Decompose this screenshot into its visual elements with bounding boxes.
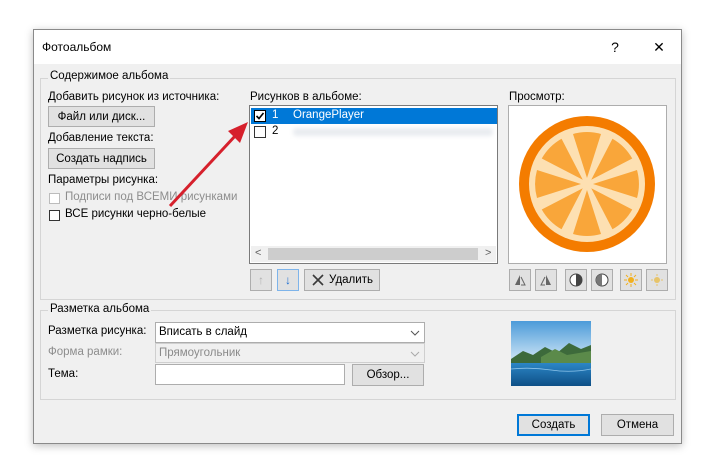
annotation-arrow bbox=[168, 122, 248, 208]
